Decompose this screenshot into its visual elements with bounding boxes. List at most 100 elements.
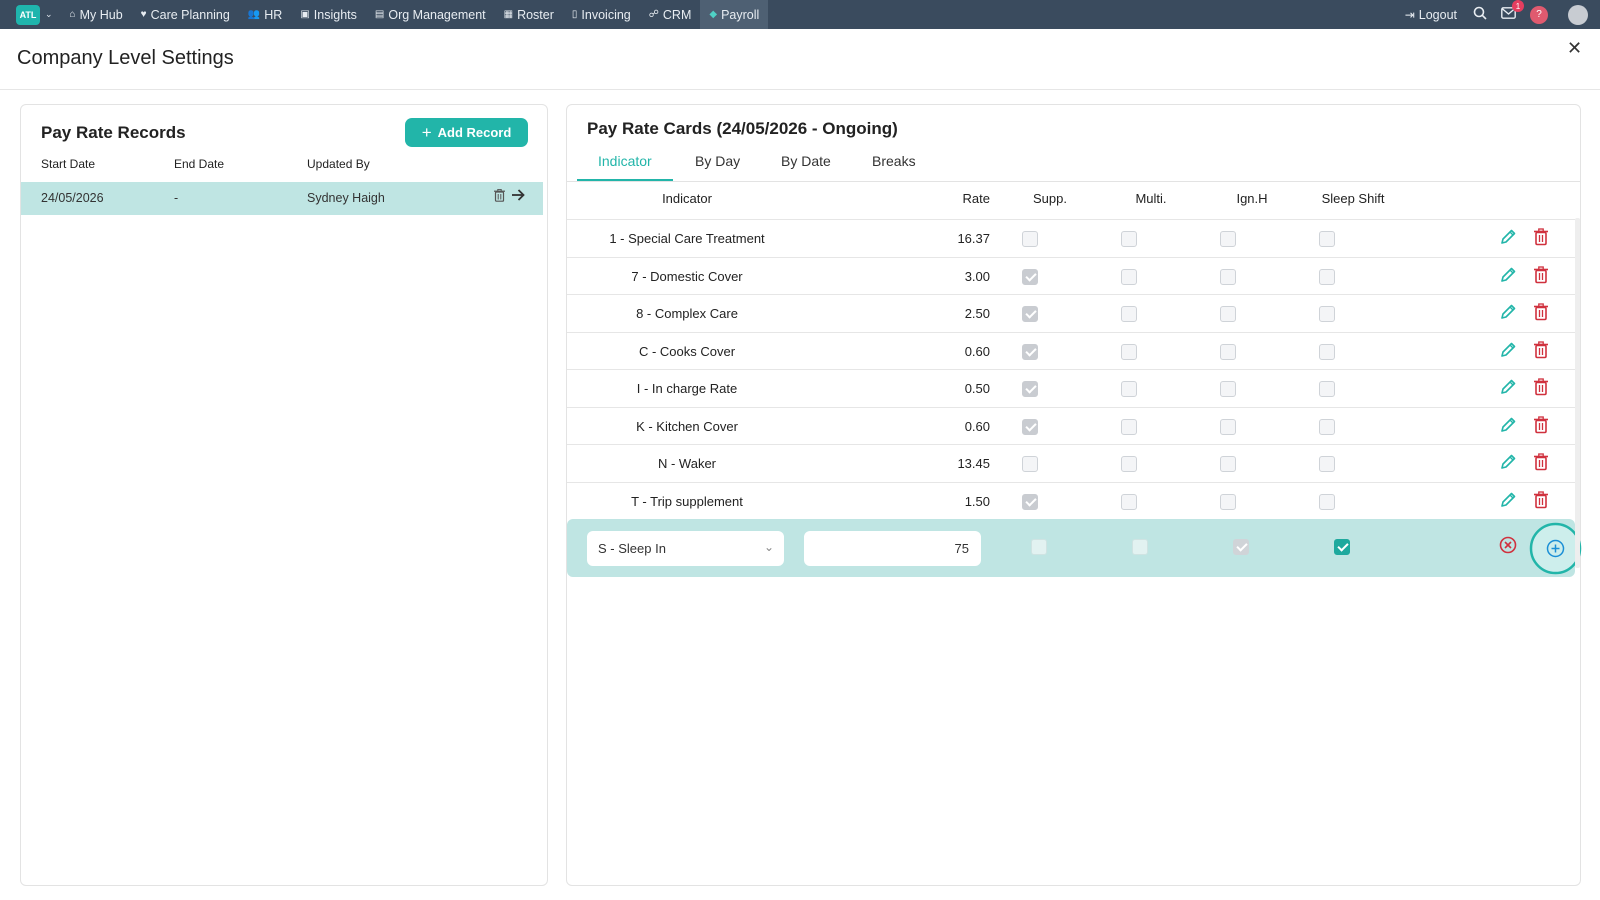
multi-checkbox[interactable] [1132, 539, 1148, 555]
tab-by-day[interactable]: By Day [695, 153, 740, 169]
nav-item-label: Payroll [721, 7, 760, 22]
ignh-checkbox[interactable] [1220, 231, 1236, 247]
nav-item-invoicing[interactable]: ▯ Invoicing [563, 0, 640, 29]
multi-checkbox[interactable] [1121, 231, 1137, 247]
avatar[interactable] [1568, 4, 1588, 25]
column-header-rate: Rate [962, 191, 990, 206]
cards-title: Pay Rate Cards (24/05/2026 - Ongoing) [587, 119, 898, 138]
tab-breaks[interactable]: Breaks [872, 153, 916, 169]
pencil-icon[interactable] [1499, 453, 1517, 471]
sleep-checkbox[interactable] [1319, 231, 1335, 247]
ignh-checkbox[interactable] [1220, 343, 1236, 360]
mail-icon[interactable]: 1 [1501, 0, 1524, 23]
sleep-checkbox[interactable] [1319, 306, 1335, 322]
supp-checkbox[interactable] [1022, 493, 1038, 510]
close-icon[interactable]: ✕ [1567, 38, 1582, 59]
multi-checkbox[interactable] [1121, 493, 1137, 510]
nav-item-label: Care Planning [150, 7, 230, 22]
supp-checkbox[interactable] [1022, 456, 1038, 472]
pencil-icon[interactable] [1499, 303, 1517, 321]
pencil-icon[interactable] [1499, 266, 1517, 284]
sleep-checkbox[interactable] [1319, 343, 1335, 360]
scrollbar[interactable] [1575, 218, 1580, 568]
multi-checkbox[interactable] [1121, 418, 1137, 435]
pencil-icon[interactable] [1499, 491, 1517, 509]
people-icon: 👥 [247, 9, 261, 20]
sleep-checkbox[interactable] [1319, 268, 1335, 285]
supp-checkbox[interactable] [1031, 539, 1047, 555]
rate-input[interactable] [804, 531, 981, 566]
table-row[interactable]: 24/05/2026 - Sydney Haigh [21, 182, 543, 215]
building-icon: ▤ [374, 9, 385, 20]
add-record-button[interactable]: + Add Record [405, 118, 528, 147]
ignh-checkbox[interactable] [1220, 381, 1236, 397]
ignh-checkbox[interactable] [1220, 268, 1236, 285]
trash-icon[interactable] [1533, 415, 1551, 434]
nav-item-insights[interactable]: ▣ Insights [291, 0, 366, 29]
multi-checkbox[interactable] [1121, 381, 1137, 397]
ignh-checkbox[interactable] [1220, 306, 1236, 322]
trash-icon[interactable] [1533, 490, 1551, 509]
supp-checkbox[interactable] [1022, 268, 1038, 285]
multi-checkbox[interactable] [1121, 456, 1137, 472]
heart-icon: ♥ [140, 9, 147, 20]
nav-item-roster[interactable]: ▦ Roster [495, 0, 563, 29]
indicator-cell: T - Trip supplement [631, 493, 743, 509]
trash-icon[interactable] [1533, 228, 1551, 246]
nav-item-crm[interactable]: ☍ CRM [640, 0, 701, 29]
supp-checkbox[interactable] [1022, 381, 1038, 397]
cancel-icon[interactable] [1498, 535, 1518, 555]
supp-checkbox[interactable] [1022, 343, 1038, 360]
sleep-shift-checkbox[interactable] [1334, 539, 1350, 555]
rate-cell: 2.50 [964, 306, 990, 321]
supp-checkbox[interactable] [1022, 306, 1038, 322]
search-icon[interactable] [1473, 6, 1487, 24]
ignh-checkbox[interactable] [1220, 418, 1236, 435]
help-button[interactable]: ? [1530, 5, 1548, 24]
trash-icon[interactable] [1533, 265, 1551, 284]
pencil-icon[interactable] [1499, 416, 1517, 434]
multi-checkbox[interactable] [1121, 343, 1137, 360]
home-icon: ⌂ [69, 9, 76, 20]
nav-item-care-planning[interactable]: ♥ Care Planning [132, 0, 239, 29]
tab-by-date[interactable]: By Date [781, 153, 831, 169]
table-row: 7 - Domestic Cover 3.00 [567, 256, 1580, 294]
pencil-icon[interactable] [1499, 228, 1517, 246]
sleep-checkbox[interactable] [1319, 493, 1335, 510]
supp-checkbox[interactable] [1022, 418, 1038, 435]
ign-h-checkbox[interactable] [1233, 539, 1249, 555]
header-divider [0, 89, 1600, 90]
pencil-icon[interactable] [1499, 341, 1517, 359]
trash-icon[interactable] [1533, 303, 1551, 321]
nav-item-label: My Hub [79, 7, 123, 22]
tab-indicator[interactable]: Indicator [598, 153, 652, 169]
indicator-select[interactable]: S - Sleep In ⌄ [587, 531, 784, 566]
trash-icon[interactable] [1533, 378, 1551, 396]
nav-item-hr[interactable]: 👥 HR [239, 0, 292, 29]
logout-button[interactable]: ⇥ Logout [1405, 8, 1457, 22]
pencil-icon[interactable] [1499, 378, 1517, 396]
nav-item-label: CRM [662, 7, 692, 22]
sleep-checkbox[interactable] [1319, 381, 1335, 397]
nav-item-payroll[interactable]: ◆ Payroll [700, 0, 769, 29]
indicator-cell: 1 - Special Care Treatment [609, 231, 765, 246]
multi-checkbox[interactable] [1121, 306, 1137, 322]
brand-switcher[interactable]: ATL ⌄ [16, 4, 53, 25]
nav-item-label: Org Management [388, 7, 486, 22]
mail-count-badge: 1 [1512, 0, 1524, 12]
ignh-checkbox[interactable] [1220, 493, 1236, 510]
nav-item-my-hub[interactable]: ⌂ My Hub [61, 0, 132, 29]
trash-icon[interactable] [494, 188, 505, 205]
add-record-label: Add Record [437, 125, 512, 140]
ignh-checkbox[interactable] [1220, 456, 1236, 472]
trash-icon[interactable] [1533, 340, 1551, 359]
multi-checkbox[interactable] [1121, 268, 1137, 285]
trash-icon[interactable] [1533, 453, 1551, 471]
sleep-checkbox[interactable] [1319, 418, 1335, 435]
sleep-checkbox[interactable] [1319, 456, 1335, 472]
arrow-right-icon[interactable] [511, 187, 525, 207]
nav-item-org-management[interactable]: ▤ Org Management [366, 0, 495, 29]
nav-item-label: HR [264, 7, 283, 22]
nav-item-label: Roster [517, 7, 554, 22]
supp-checkbox[interactable] [1022, 231, 1038, 247]
